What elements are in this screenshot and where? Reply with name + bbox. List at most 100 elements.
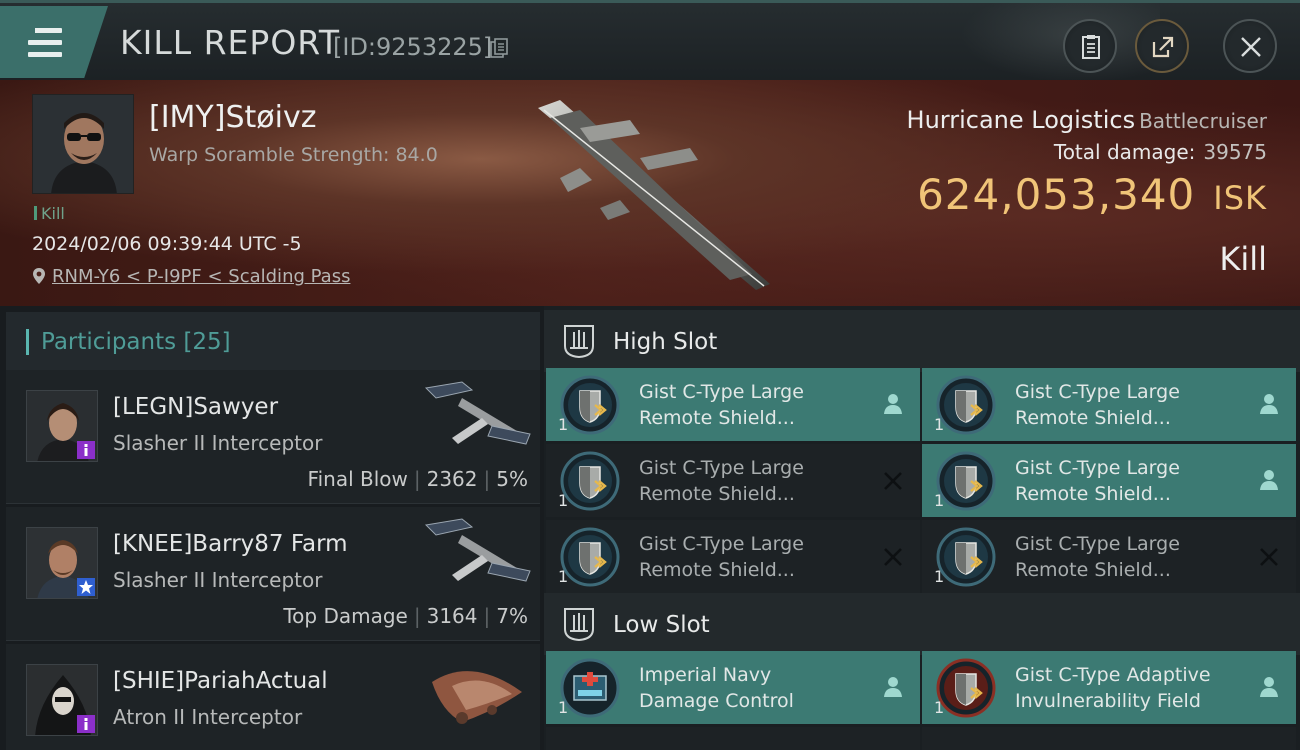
module-name: Imperial Navy Damage Control	[639, 662, 869, 714]
kill-location[interactable]: RNM-Y6 < P-I9PF < Scalding Pass	[32, 266, 350, 287]
participant-row[interactable]: [KNEE]Barry87 Farm Slasher II Intercepto…	[6, 507, 540, 641]
stat-separator: |	[413, 604, 421, 628]
participant-name[interactable]: [KNEE]Barry87 Farm	[113, 531, 348, 557]
user-icon[interactable]	[1258, 468, 1280, 492]
module-name-line1: Imperial Navy	[639, 664, 772, 686]
share-button[interactable]	[1135, 19, 1189, 73]
module-tile[interactable]: 1 Gist C-Type Large Remote Shield...	[922, 444, 1296, 517]
hamburger-icon-notch	[28, 27, 35, 34]
destroyed-x-icon	[884, 472, 902, 490]
top-bar: KILL REPORT [ID:9253225]	[0, 0, 1300, 83]
participant-damage: 2362	[426, 467, 478, 491]
participant-stats: Final Blow | 2362 | 5%	[308, 467, 528, 491]
avatar[interactable]	[26, 527, 98, 599]
participant-ship-image	[424, 381, 531, 445]
module-name-line2: Remote Shield...	[639, 407, 795, 429]
low-slot-header: Low Slot	[544, 593, 1300, 655]
header-decoration	[960, 3, 1160, 83]
module-name-line2: Remote Shield...	[639, 483, 795, 505]
fitting-panel: High Slot Low Slot 1 Gist C-Type Large Rem…	[544, 306, 1300, 750]
participants-panel: Participants [25] [LEGN]Sawyer Slasher I…	[0, 306, 544, 750]
ship-name-text: Hurricane Logistics	[906, 106, 1136, 134]
participant-ship: Atron II Interceptor	[113, 705, 303, 729]
module-name-line1: Gist C-Type Large	[639, 533, 804, 555]
shield-booster-icon	[936, 375, 996, 435]
module-name-line2: Remote Shield...	[1015, 407, 1171, 429]
total-damage: Total damage: 39575	[1054, 140, 1267, 164]
participant-name[interactable]: [SHIE]PariahActual	[113, 668, 328, 694]
victim-name[interactable]: [IMY]Støivz	[149, 100, 316, 135]
user-icon[interactable]	[1258, 675, 1280, 699]
invulnerability-field-icon	[936, 658, 996, 718]
module-tile[interactable]: 1 Gist C-Type Large Remote Shield...	[546, 520, 920, 593]
isk-unit: ISK	[1213, 179, 1267, 217]
module-quantity: 1	[558, 698, 569, 717]
stat-separator: |	[483, 467, 491, 491]
menu-button[interactable]	[0, 6, 108, 78]
hamburger-icon-bar	[28, 52, 62, 57]
corp-badge-icon	[77, 715, 95, 733]
module-quantity: 1	[558, 415, 569, 434]
clipboard-icon	[1082, 35, 1100, 59]
module-name: Gist C-Type Large Remote Shield...	[1015, 531, 1245, 583]
total-damage-label: Total damage:	[1053, 140, 1196, 164]
victim-subtitle: Warp Soramble Strength: 84.0	[149, 144, 438, 166]
shield-booster-icon	[560, 375, 620, 435]
participants-title: Participants [25]	[41, 329, 231, 355]
participant-role: Top Damage	[283, 604, 408, 628]
shield-booster-icon	[560, 451, 620, 511]
close-button[interactable]	[1223, 19, 1277, 73]
module-tile[interactable]: 1 Gist C-Type Adaptive Invulnerability Fie…	[922, 651, 1296, 724]
participant-role: Final Blow	[307, 467, 408, 491]
module-tile[interactable]: 1 Gist C-Type Large Remote Shield...	[546, 444, 920, 517]
isk-value: 624,053,340 ISK	[917, 170, 1267, 219]
participant-percent: 5%	[496, 467, 528, 491]
module-tile[interactable]: 1 Imperial Navy Damage Control	[546, 651, 920, 724]
high-slot-icon	[564, 325, 594, 358]
module-name-line2: Remote Shield...	[1015, 559, 1171, 581]
victim-banner: [IMY]Støivz Warp Soramble Strength: 84.0…	[0, 80, 1300, 306]
ship-name[interactable]: Hurricane Logistics Battlecruiser	[907, 106, 1267, 134]
shield-booster-icon	[936, 527, 996, 587]
module-name: Gist C-Type Large Remote Shield...	[639, 455, 869, 507]
module-name-line1: Gist C-Type Large	[1015, 457, 1180, 479]
low-slot-label: Low Slot	[613, 612, 710, 638]
participant-stats: Top Damage | 3164 | 7%	[283, 604, 528, 628]
copy-icon[interactable]	[490, 38, 508, 58]
participant-name[interactable]: [LEGN]Sawyer	[113, 394, 278, 420]
result-label: Kill	[1219, 240, 1267, 278]
damage-control-icon	[560, 658, 620, 718]
participants-header[interactable]: Participants [25]	[6, 312, 540, 370]
ship-class: Battlecruiser	[1139, 109, 1267, 133]
location-pin-icon	[33, 268, 45, 284]
clipboard-button[interactable]	[1063, 19, 1117, 73]
module-name-line2: Remote Shield...	[1015, 483, 1171, 505]
module-name: Gist C-Type Large Remote Shield...	[1015, 455, 1245, 507]
shield-booster-icon	[936, 451, 996, 511]
module-quantity: 1	[934, 491, 945, 510]
user-icon[interactable]	[882, 392, 904, 416]
user-icon[interactable]	[882, 675, 904, 699]
participant-row[interactable]: [LEGN]Sawyer Slasher II Interceptor Fina…	[6, 370, 540, 504]
module-quantity: 1	[934, 698, 945, 717]
module-tile-partial[interactable]	[922, 727, 1296, 750]
participant-damage: 3164	[426, 604, 478, 628]
avatar[interactable]	[26, 664, 98, 736]
kill-tag-label: Kill	[41, 204, 65, 223]
victim-portrait[interactable]	[32, 94, 134, 194]
user-icon[interactable]	[1258, 392, 1280, 416]
module-name-line1: Gist C-Type Large	[639, 457, 804, 479]
module-name: Gist C-Type Large Remote Shield...	[639, 531, 869, 583]
participant-row[interactable]: [SHIE]PariahActual Atron II Interceptor	[6, 644, 540, 750]
location-link[interactable]: RNM-Y6 < P-I9PF < Scalding Pass	[52, 266, 350, 287]
total-damage-value: 39575	[1203, 140, 1267, 164]
module-quantity: 1	[558, 567, 569, 586]
avatar[interactable]	[26, 390, 98, 462]
page-title: KILL REPORT	[120, 23, 340, 62]
module-tile[interactable]: 1 Gist C-Type Large Remote Shield...	[546, 368, 920, 441]
header-accent	[26, 329, 29, 355]
module-tile[interactable]: 1 Gist C-Type Large Remote Shield...	[922, 368, 1296, 441]
module-tile[interactable]: 1 Gist C-Type Large Remote Shield...	[922, 520, 1296, 593]
module-tile-partial[interactable]	[546, 727, 920, 750]
stat-separator: |	[483, 604, 491, 628]
